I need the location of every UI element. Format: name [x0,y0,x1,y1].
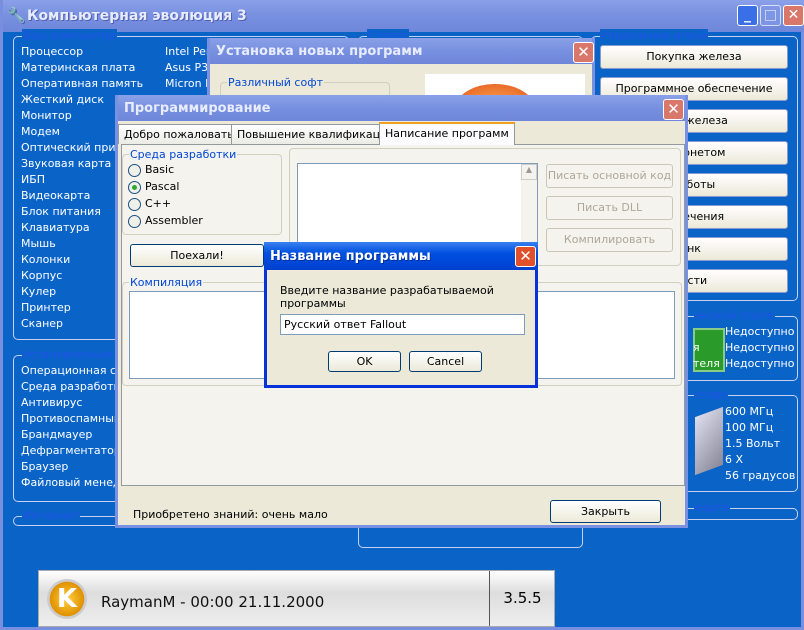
computer-item[interactable]: Кулер [21,285,56,298]
computer-item[interactable]: Сканер [21,317,63,330]
radio-label: C++ [145,197,172,210]
dev-env-radio[interactable]: Basic [128,163,174,177]
write-dll-button[interactable]: Писать DLL [546,196,673,220]
computer-item[interactable]: Оптический приво [21,141,129,154]
close-button[interactable]: ✕ [783,5,804,26]
cpu-value: 56 градусов [725,469,796,482]
computer-value: Intel Pen [165,45,213,58]
close-window-button[interactable]: Закрыть [550,500,661,523]
motherboard-group-label: инской плате [694,309,775,322]
computer-item[interactable]: Модем [21,125,60,138]
computer-item[interactable]: Принтер [21,301,71,314]
tab-welcome[interactable]: Добро пожаловать! [118,124,245,144]
radio-label: Assembler [145,214,203,227]
computer-item[interactable]: Звуковая карта [21,157,111,170]
internet-group-label: Интернет [22,509,80,522]
dialog-close-button[interactable]: ✕ [515,246,536,267]
cancel-button[interactable]: Cancel [409,351,482,372]
programming-title: Программирование [118,95,685,121]
knowledge-status: Приобретено знаний: очень мало [133,508,328,521]
dev-env-radio[interactable]: Assembler [128,214,203,228]
main-title-bar: 🔧 Компьютерная эволюция 3 [3,0,804,32]
dev-env-radio[interactable]: C++ [128,197,171,211]
motherboard-row-value: Недоступно [725,325,795,338]
minimize-button[interactable]: _ [737,5,758,26]
write-main-code-button[interactable]: Писать основной код [546,164,673,188]
computer-item[interactable]: Процессор [21,45,83,58]
radio-icon[interactable] [128,197,141,211]
name-dialog: Название программы ✕ Введите название ра… [264,242,538,388]
computer-item[interactable]: ИБП [21,173,45,186]
computer-item[interactable]: Блок питания [21,205,101,218]
dialog-prompt: Введите название разрабатываемой програм… [280,284,494,310]
ok-button[interactable]: OK [328,351,401,372]
cpu-value: 1.5 Вольт [725,437,781,450]
computer-item[interactable]: Материнская плата [21,61,135,74]
scroll-up-icon[interactable]: ▲ [521,164,537,180]
compile-button[interactable]: Компилировать [546,228,673,252]
programming-close-button[interactable]: ✕ [663,99,684,120]
computer-item[interactable]: Жесткий диск [21,93,104,106]
cpu-icon [695,406,723,476]
user-time-date: RaymanM - 00:00 21.11.2000 [101,593,325,611]
install-close-button[interactable]: ✕ [573,42,594,63]
cpu-value: 6 X [725,453,744,466]
radio-icon[interactable] [128,180,141,194]
motherboard-row-name: теля [693,357,720,370]
go-button[interactable]: Поехали! [130,244,264,267]
computer-item[interactable]: Корпус [21,269,62,282]
radio-label: Pascal [145,180,180,193]
computer-item[interactable]: Монитор [21,109,72,122]
install-title: Установка новых программ [210,38,592,64]
radio-icon[interactable] [128,214,141,228]
radio-label: Basic [145,163,175,176]
dialog-title: Название программы [264,242,538,270]
motherboard-row-value: Недоступно [725,341,795,354]
dev-env-radio[interactable]: Pascal [128,180,179,194]
program-name-input[interactable] [280,314,525,335]
dev-env-label: Среда разработки [129,148,238,161]
version-label: 3.5.5 [489,571,555,626]
wrench-icon: 🔧 [7,6,26,24]
computer-value: Micron P [165,77,212,90]
radio-icon[interactable] [128,163,141,177]
computer-group-label: Ваш компьютер [22,29,117,42]
main-title: Компьютерная эволюция 3 [27,8,247,24]
bottom-bar: K RaymanM - 00:00 21.11.2000 3.5.5 [38,570,555,627]
compilation-label: Компиляция [129,276,204,289]
game-button[interactable]: Покупка железа [600,45,788,69]
computer-item[interactable]: Мышь [21,237,56,250]
motherboard-row-name: я [693,341,700,354]
motherboard-row-value: Недоступно [725,357,795,370]
maximize-button[interactable]: □ [760,5,781,26]
game-group-label: Управление игрой [600,29,709,42]
video-group-label: карте [694,501,730,514]
cpu-group-label: ссору [694,388,729,401]
cpu-value: 100 МГц [725,421,774,434]
computer-item[interactable]: Видеокарта [21,189,90,202]
computer-item[interactable]: Колонки [21,253,70,266]
computer-item[interactable]: Клавиатура [21,221,90,234]
computer-item[interactable]: Оперативная память [21,77,143,90]
tab-skills[interactable]: Повышение квалификации [231,124,401,144]
tab-write-programs[interactable]: Написание программ [379,122,515,145]
kde-logo-icon: K [47,579,87,619]
cpu-value: 600 МГц [725,405,774,418]
misc-software-label: Различный софт [227,76,325,89]
